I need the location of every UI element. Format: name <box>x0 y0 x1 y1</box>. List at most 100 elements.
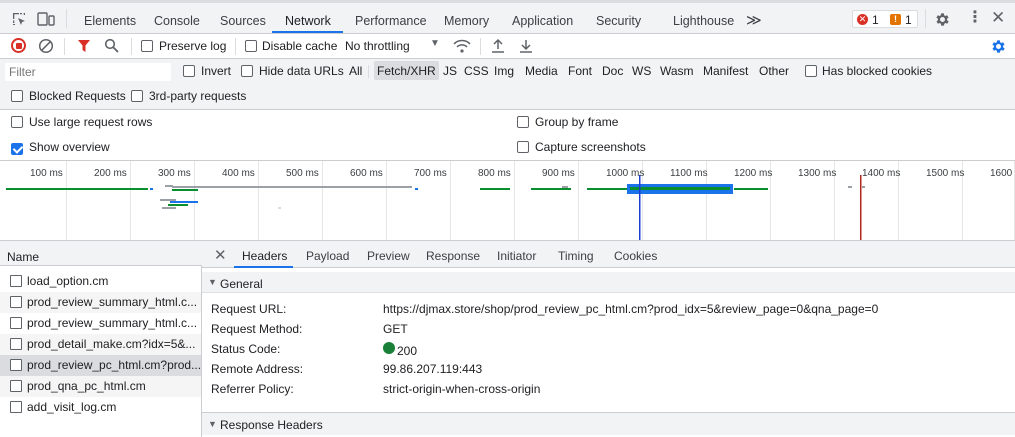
response-headers-section-header[interactable]: ▼ Response Headers <box>202 412 1015 435</box>
request-row-checkbox <box>10 338 22 350</box>
issues-counter[interactable]: ✕ 1 ! 1 <box>852 10 918 28</box>
network-toolbar: Preserve log Disable cache No throttling… <box>0 34 1015 59</box>
tab-elements[interactable]: Elements <box>84 14 136 28</box>
request-row[interactable]: prod_qna_pc_html.cm <box>0 376 201 397</box>
tab-performance[interactable]: Performance <box>355 14 427 28</box>
detail-tab-bar: ✕ Headers Payload Preview Response Initiator… <box>202 241 1015 268</box>
large-rows-checkbox[interactable] <box>11 116 23 128</box>
tab-network[interactable]: Network <box>285 14 331 28</box>
network-settings-icon[interactable] <box>990 38 1007 55</box>
devtools-tab-bar: Elements Console Sources Network Perform… <box>0 3 1015 34</box>
active-detail-tab-indicator <box>234 266 293 268</box>
detail-tab-headers[interactable]: Headers <box>242 249 287 263</box>
timeline-bars <box>6 175 865 240</box>
group-by-frame-checkbox[interactable] <box>517 116 529 128</box>
invert-label: Invert <box>201 64 232 78</box>
detail-tab-timing[interactable]: Timing <box>558 249 594 263</box>
request-row[interactable]: prod_review_summary_html.c... <box>0 292 201 313</box>
chevron-down-icon[interactable]: ▼ <box>430 38 440 49</box>
disable-cache-checkbox[interactable] <box>245 40 257 52</box>
general-section-header[interactable]: ▼ General <box>202 272 1015 293</box>
response-headers-title: Response Headers <box>220 418 323 432</box>
blocked-requests-label: Blocked Requests <box>29 89 126 103</box>
request-detail-pane: ✕ Headers Payload Preview Response Initiator… <box>202 241 1015 437</box>
detail-tab-cookies[interactable]: Cookies <box>614 249 657 263</box>
has-blocked-cookies-checkbox[interactable] <box>805 65 817 77</box>
request-name: prod_review_pc_html.cm?prod... <box>27 358 202 372</box>
hide-data-urls-checkbox[interactable] <box>241 65 253 77</box>
detail-tab-payload[interactable]: Payload <box>306 249 349 263</box>
type-filter-wasm[interactable]: Wasm <box>660 64 694 78</box>
capture-screenshots-checkbox[interactable] <box>517 141 529 153</box>
overview-timeline[interactable]: 100 ms 200 ms 300 ms 400 ms 500 ms 600 ms 700 … <box>0 161 1015 241</box>
large-rows-label: Use large request rows <box>29 115 153 129</box>
expand-triangle-icon: ▼ <box>208 277 217 287</box>
preserve-log-checkbox[interactable] <box>141 40 153 52</box>
name-column-header: Name <box>7 250 40 264</box>
request-list-header[interactable]: Name <box>0 241 202 266</box>
hide-data-urls-label: Hide data URLs <box>259 64 344 78</box>
blocked-requests-checkbox[interactable] <box>11 90 23 102</box>
active-tab-indicator <box>272 31 343 33</box>
general-key: Remote Address: <box>211 362 304 376</box>
type-filter-all[interactable]: All <box>349 64 362 78</box>
warning-icon: ! <box>890 14 901 25</box>
general-key: Referrer Policy: <box>211 382 294 396</box>
detail-tab-initiator[interactable]: Initiator <box>497 249 536 263</box>
device-toolbar-icon[interactable] <box>37 11 55 27</box>
more-tabs-icon[interactable]: ≫ <box>746 11 762 29</box>
type-filter-css[interactable]: CSS <box>464 64 489 78</box>
request-name: load_option.cm <box>27 274 109 288</box>
request-row[interactable]: prod_detail_make.cm?idx=5&... <box>0 334 201 355</box>
type-filter-js[interactable]: JS <box>443 64 457 78</box>
type-filter-ws[interactable]: WS <box>632 64 651 78</box>
more-options-icon[interactable]: ⋮ <box>967 9 983 27</box>
request-row[interactable]: prod_review_summary_html.c... <box>0 313 201 334</box>
tab-memory[interactable]: Memory <box>444 14 489 28</box>
request-row[interactable]: load_option.cm <box>0 271 201 292</box>
show-overview-checkbox[interactable] <box>11 142 23 155</box>
type-filter-img[interactable]: Img <box>494 64 514 78</box>
clear-icon[interactable] <box>38 38 54 54</box>
detail-tab-preview[interactable]: Preview <box>367 249 410 263</box>
type-filter-other[interactable]: Other <box>759 64 789 78</box>
error-count: 1 <box>872 13 879 27</box>
tab-sources[interactable]: Sources <box>220 14 266 28</box>
invert-checkbox[interactable] <box>183 65 195 77</box>
tab-console[interactable]: Console <box>154 14 200 28</box>
close-devtools-icon[interactable]: ✕ <box>991 8 1005 28</box>
request-name: prod_detail_make.cm?idx=5&... <box>27 337 196 351</box>
type-filter-fetch-xhr[interactable]: Fetch/XHR <box>374 61 439 80</box>
general-section-title: General <box>220 277 263 291</box>
search-icon[interactable] <box>104 38 119 53</box>
filter-input[interactable] <box>5 63 171 81</box>
filter-icon[interactable] <box>77 39 91 53</box>
type-filter-manifest[interactable]: Manifest <box>703 64 748 78</box>
import-har-icon[interactable] <box>491 38 505 54</box>
tab-application[interactable]: Application <box>512 14 573 28</box>
inspect-element-icon[interactable] <box>11 11 27 27</box>
network-conditions-icon[interactable] <box>453 39 471 54</box>
close-detail-icon[interactable]: ✕ <box>214 246 227 264</box>
detail-tab-response[interactable]: Response <box>426 249 480 263</box>
request-row[interactable]: prod_review_pc_html.cm?prod... <box>0 355 201 376</box>
settings-gear-icon[interactable] <box>934 11 951 28</box>
tab-security[interactable]: Security <box>596 14 641 28</box>
request-list: Name load_option.cm prod_review_summary_h… <box>0 241 202 437</box>
type-filter-doc[interactable]: Doc <box>602 64 623 78</box>
expand-triangle-icon: ▼ <box>208 419 217 429</box>
has-blocked-cookies-label: Has blocked cookies <box>822 64 933 78</box>
record-stop-icon[interactable] <box>11 38 26 53</box>
error-icon: ✕ <box>857 14 868 25</box>
request-row[interactable]: add_visit_log.cm <box>0 397 201 418</box>
request-row-checkbox <box>10 359 22 371</box>
disable-cache-label: Disable cache <box>262 39 338 53</box>
third-party-checkbox[interactable] <box>131 90 143 102</box>
throttling-select[interactable]: No throttling <box>345 39 410 53</box>
tab-lighthouse[interactable]: Lighthouse <box>673 14 734 28</box>
request-row-checkbox <box>10 317 22 329</box>
request-name: prod_review_summary_html.c... <box>27 295 198 309</box>
export-har-icon[interactable] <box>519 38 533 54</box>
type-filter-font[interactable]: Font <box>568 64 592 78</box>
type-filter-media[interactable]: Media <box>525 64 558 78</box>
